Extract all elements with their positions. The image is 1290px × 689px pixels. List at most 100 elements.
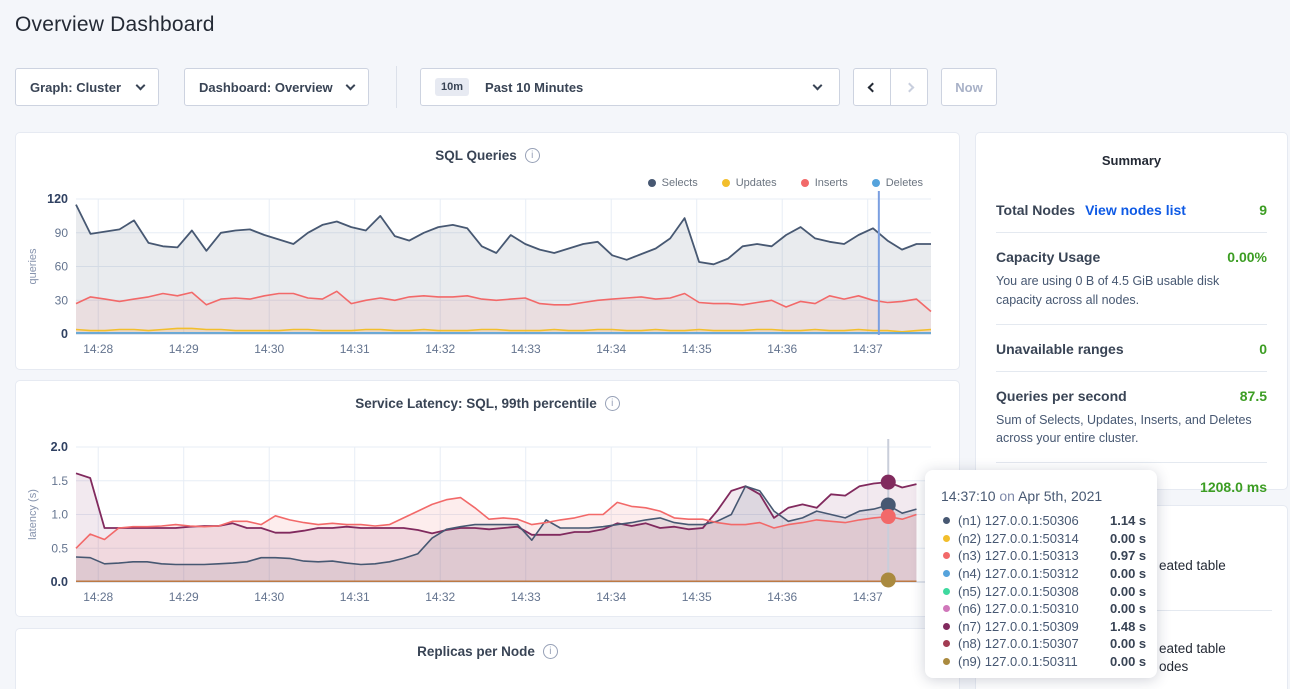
legend-item-selects[interactable]: Selects [648, 177, 698, 189]
event-item-fragment[interactable]: eated table [1159, 558, 1226, 573]
tooltip-rows: (n1) 127.0.0.1:503061.14 s(n2) 127.0.0.1… [941, 512, 1157, 670]
legend-dot-icon [801, 179, 809, 187]
svg-text:60: 60 [55, 260, 69, 274]
view-nodes-list-link[interactable]: View nodes list [1085, 202, 1186, 218]
service-latency-chart[interactable]: 0.00.51.01.52.014:2814:2914:3014:3114:32… [16, 439, 961, 615]
svg-text:latency (s): latency (s) [27, 489, 39, 540]
node-latency-value: 0.97 s [1110, 548, 1146, 563]
svg-text:0: 0 [61, 327, 68, 341]
sql-queries-title: SQL Queries [435, 148, 517, 163]
node-color-dot-icon [943, 517, 950, 524]
total-nodes-label: Total Nodes [996, 202, 1075, 218]
legend-label: Selects [662, 177, 698, 189]
node-color-dot-icon [943, 658, 950, 665]
svg-text:0.0: 0.0 [51, 575, 68, 589]
info-icon[interactable]: i [605, 396, 620, 411]
replicas-per-node-title: Replicas per Node [417, 644, 535, 659]
svg-text:14:33: 14:33 [511, 590, 541, 604]
node-color-dot-icon [943, 535, 950, 542]
sql-queries-chart[interactable]: 030609012014:2814:2914:3014:3114:3214:33… [16, 191, 961, 367]
svg-text:14:35: 14:35 [682, 342, 712, 356]
legend-item-updates[interactable]: Updates [722, 177, 777, 189]
chevron-down-icon [346, 81, 356, 91]
node-color-dot-icon [943, 588, 950, 595]
node-address: (n5) 127.0.0.1:50308 [958, 584, 1110, 599]
time-range-dropdown[interactable]: 10m Past 10 Minutes [420, 68, 840, 106]
svg-text:14:34: 14:34 [596, 590, 626, 604]
legend-item-deletes[interactable]: Deletes [872, 177, 923, 189]
svg-text:14:30: 14:30 [254, 590, 284, 604]
node-address: (n6) 127.0.0.1:50310 [958, 601, 1110, 616]
info-icon[interactable]: i [525, 148, 540, 163]
tooltip-node-row: (n9) 127.0.0.1:503110.00 s [941, 653, 1157, 671]
svg-text:14:29: 14:29 [169, 342, 199, 356]
svg-text:14:36: 14:36 [767, 342, 797, 356]
qps-label: Queries per second [996, 388, 1127, 404]
graph-dropdown-label: Graph: Cluster [30, 80, 121, 95]
node-address: (n3) 127.0.0.1:50313 [958, 548, 1110, 563]
svg-text:1.5: 1.5 [51, 474, 68, 488]
legend-dot-icon [722, 179, 730, 187]
tooltip-node-row: (n4) 127.0.0.1:503120.00 s [941, 565, 1157, 583]
graph-dropdown[interactable]: Graph: Cluster [15, 68, 159, 106]
node-address: (n8) 127.0.0.1:50307 [958, 636, 1110, 651]
tooltip-node-row: (n1) 127.0.0.1:503061.14 s [941, 512, 1157, 530]
tooltip-node-row: (n7) 127.0.0.1:503091.48 s [941, 618, 1157, 636]
total-nodes-value: 9 [1259, 202, 1267, 218]
chart-hover-tooltip: 14:37:10 on Apr 5th, 2021 (n1) 127.0.0.1… [925, 470, 1157, 678]
svg-text:120: 120 [47, 192, 68, 206]
unavailable-ranges-value: 0 [1259, 341, 1267, 357]
now-button[interactable]: Now [941, 68, 997, 106]
node-latency-value: 1.48 s [1110, 619, 1146, 634]
tooltip-on: on [999, 488, 1015, 504]
tooltip-node-row: (n3) 127.0.0.1:503130.97 s [941, 547, 1157, 565]
sql-queries-legend: Selects Updates Inserts Deletes [648, 177, 923, 189]
legend-item-inserts[interactable]: Inserts [801, 177, 848, 189]
summary-panel: Summary Total Nodes View nodes list 9 Ca… [975, 132, 1288, 490]
svg-text:90: 90 [55, 226, 69, 240]
svg-text:14:28: 14:28 [83, 590, 113, 604]
svg-text:14:35: 14:35 [682, 590, 712, 604]
svg-text:14:29: 14:29 [169, 590, 199, 604]
chevron-down-icon [813, 81, 823, 91]
tooltip-node-row: (n5) 127.0.0.1:503080.00 s [941, 582, 1157, 600]
info-icon[interactable]: i [543, 644, 558, 659]
time-range-badge: 10m [435, 78, 469, 96]
node-address: (n7) 127.0.0.1:50309 [958, 619, 1110, 634]
qps-desc: Sum of Selects, Updates, Inserts, and De… [996, 411, 1267, 449]
chevron-down-icon [136, 81, 146, 91]
chevron-left-icon [867, 82, 877, 92]
dashboard-dropdown[interactable]: Dashboard: Overview [184, 68, 369, 106]
time-range-label: Past 10 Minutes [485, 80, 583, 95]
event-item-fragment[interactable]: eated table [1159, 641, 1226, 656]
node-latency-value: 0.00 s [1110, 636, 1146, 651]
summary-row-unavailable: Unavailable ranges 0 [996, 325, 1267, 372]
prev-range-button[interactable] [853, 68, 891, 106]
p99-latency-value: 1208.0 ms [1200, 479, 1267, 495]
svg-text:2.0: 2.0 [51, 440, 68, 454]
node-address: (n2) 127.0.0.1:50314 [958, 531, 1110, 546]
node-latency-value: 0.00 s [1110, 654, 1146, 669]
svg-text:14:34: 14:34 [596, 342, 626, 356]
chevron-right-icon [904, 82, 914, 92]
capacity-usage-value: 0.00% [1227, 249, 1267, 265]
summary-row-capacity: Capacity Usage 0.00% You are using 0 B o… [996, 233, 1267, 325]
event-item-fragment[interactable]: odes [1159, 659, 1188, 674]
page-title: Overview Dashboard [15, 13, 215, 37]
now-button-label: Now [955, 80, 982, 95]
qps-value: 87.5 [1240, 388, 1267, 404]
replicas-per-node-card: Replicas per Node i [15, 628, 960, 689]
service-latency-title: Service Latency: SQL, 99th percentile [355, 396, 597, 411]
node-latency-value: 0.00 s [1110, 531, 1146, 546]
tooltip-node-row: (n2) 127.0.0.1:503140.00 s [941, 530, 1157, 548]
event-divider [1156, 610, 1272, 611]
node-address: (n1) 127.0.0.1:50306 [958, 513, 1110, 528]
controls-divider [396, 66, 397, 108]
svg-text:1.0: 1.0 [51, 508, 68, 522]
svg-text:14:37: 14:37 [853, 590, 883, 604]
legend-dot-icon [648, 179, 656, 187]
node-color-dot-icon [943, 605, 950, 612]
dashboard-dropdown-label: Dashboard: Overview [199, 80, 333, 95]
node-address: (n9) 127.0.0.1:50311 [958, 654, 1110, 669]
next-range-button[interactable] [890, 68, 928, 106]
